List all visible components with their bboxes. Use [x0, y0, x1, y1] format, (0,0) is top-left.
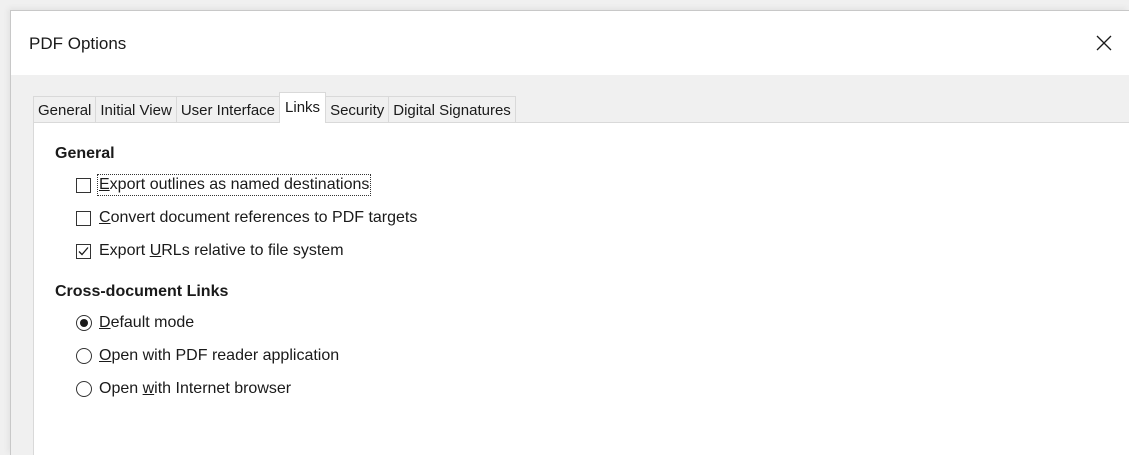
- checkbox-box: [76, 243, 91, 259]
- dialog-body: General Initial View User Interface Link…: [11, 75, 1129, 455]
- option-label: Default mode: [99, 314, 195, 331]
- radio-selected-dot: [80, 319, 88, 327]
- open-with-internet-browser-radio[interactable]: Open with Internet browser: [76, 380, 291, 398]
- cross-document-links-heading: Cross-document Links: [55, 283, 229, 300]
- checkmark-icon: [78, 246, 89, 255]
- tab-general[interactable]: General: [33, 96, 97, 123]
- tab-bar: General Initial View User Interface Link…: [33, 92, 516, 123]
- radio-circle: [76, 381, 92, 397]
- radio-circle: [76, 348, 92, 364]
- tab-user-interface[interactable]: User Interface: [175, 96, 281, 123]
- export-outlines-checkbox[interactable]: Export outlines as named destinations: [76, 174, 372, 196]
- option-label: Export URLs relative to file system: [99, 242, 344, 259]
- export-urls-relative-checkbox[interactable]: Export URLs relative to file system: [76, 242, 344, 260]
- checkbox-box: [76, 210, 91, 226]
- radio-circle: [76, 315, 92, 331]
- tab-initial-view[interactable]: Initial View: [95, 96, 177, 123]
- option-label: Convert document references to PDF targe…: [99, 209, 418, 226]
- option-label: Export outlines as named destinations: [96, 174, 372, 196]
- convert-references-checkbox[interactable]: Convert document references to PDF targe…: [76, 209, 417, 227]
- tab-security[interactable]: Security: [325, 96, 390, 123]
- pdf-options-dialog: PDF Options General Initial View User In…: [10, 10, 1129, 455]
- option-label: Open with PDF reader application: [99, 347, 340, 364]
- checkbox-box: [76, 177, 91, 193]
- links-tab-panel: General Export outlines as named destina…: [33, 122, 1129, 455]
- general-section-heading: General: [55, 145, 115, 162]
- close-button[interactable]: [1079, 11, 1129, 75]
- close-icon: [1096, 35, 1112, 51]
- title-bar: PDF Options: [11, 11, 1129, 75]
- tab-links[interactable]: Links: [279, 92, 327, 123]
- open-with-pdf-reader-radio[interactable]: Open with PDF reader application: [76, 347, 339, 365]
- dialog-title: PDF Options: [29, 34, 127, 53]
- tab-digital-signatures[interactable]: Digital Signatures: [388, 96, 516, 123]
- default-mode-radio[interactable]: Default mode: [76, 314, 194, 332]
- option-label: Open with Internet browser: [99, 380, 292, 397]
